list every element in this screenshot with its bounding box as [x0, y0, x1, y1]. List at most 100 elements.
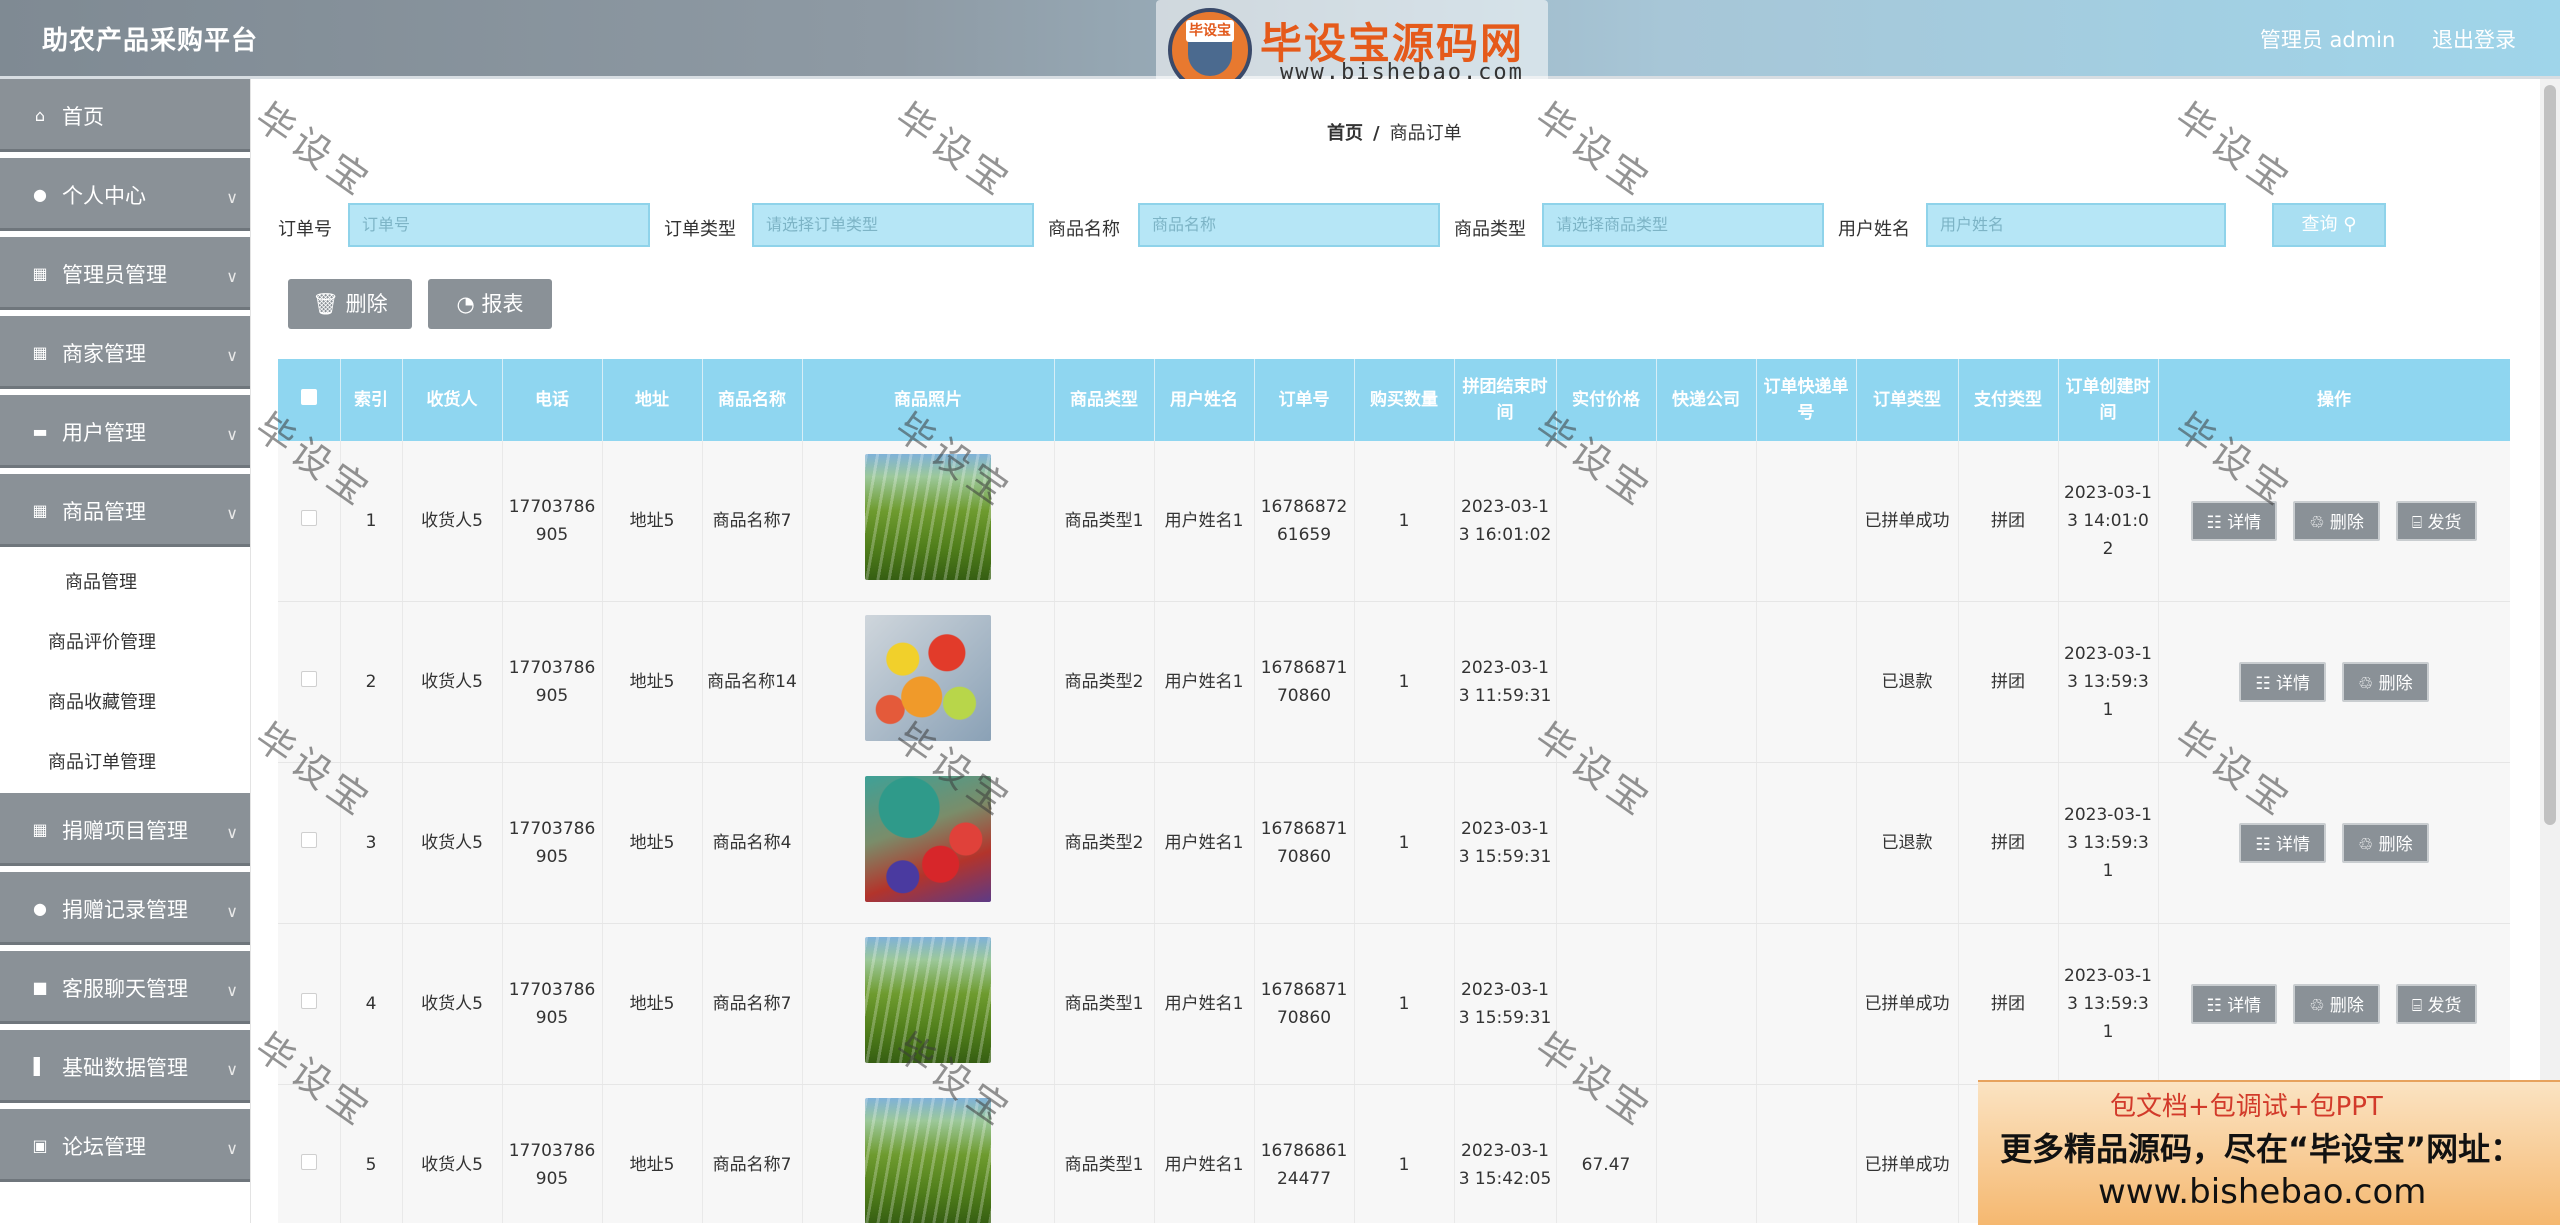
sidebar-item-6[interactable]: ▦ 商品管理 ∨: [0, 474, 250, 553]
breadcrumb-home[interactable]: 首页: [1327, 123, 1363, 144]
column-header: 快递公司: [1656, 359, 1757, 441]
delete-button[interactable]: 🗑 删除: [288, 279, 412, 329]
promo-banner: 包文档+包调试+包PPT 更多精品源码，尽在“毕设宝”网址： www.bishe…: [1978, 1080, 2560, 1225]
cell-ops: ☷ 详情 ♲ 删除 ⌸ 发货: [2158, 923, 2510, 1085]
column-header: 实付价格: [1556, 359, 1657, 441]
cell-pay-type: 拼团: [1958, 441, 2059, 602]
detail-button[interactable]: ☷ 详情: [2190, 501, 2278, 541]
user-icon: ●: [33, 899, 47, 918]
report-button[interactable]: ◔ 报表: [428, 279, 552, 329]
row-select-cell[interactable]: [278, 762, 341, 924]
chevron-down-icon: ∨: [226, 823, 238, 842]
row-delete-button[interactable]: ♲ 删除: [2342, 662, 2429, 702]
sidebar-item-1[interactable]: ▦ 捐赠项目管理 ∨: [0, 793, 250, 872]
column-header: 索引: [340, 359, 403, 441]
cell-phone: 17703786905: [502, 441, 603, 602]
cell-goods-name: 商品名称4: [702, 762, 803, 924]
sidebar-item-1[interactable]: ⌂ 首页: [0, 79, 250, 158]
submenu-item-4[interactable]: 商品订单管理: [0, 733, 250, 793]
sidebar-item-5[interactable]: ▬ 用户管理 ∨: [0, 395, 250, 474]
cell-phone: 17703786905: [502, 762, 603, 924]
select-all-checkbox[interactable]: [300, 389, 317, 405]
cell-order-no: 1678686124477: [1254, 1084, 1355, 1223]
cell-image: [802, 762, 1055, 924]
row-checkbox[interactable]: [300, 510, 317, 526]
scrollbar-thumb[interactable]: [2544, 85, 2556, 825]
sidebar-item-5[interactable]: ▣ 论坛管理 ∨: [0, 1109, 250, 1188]
ship-button[interactable]: ⌸ 发货: [2395, 501, 2478, 541]
app-title: 助农产品采购平台: [42, 26, 259, 56]
query-button[interactable]: 查询 ⚲: [2272, 203, 2386, 247]
submenu-item-2[interactable]: 商品评价管理: [0, 613, 250, 673]
promo-line-3: www.bishebao.com: [2098, 1172, 2427, 1212]
sidebar-item-3[interactable]: ■ 客服聊天管理 ∨: [0, 951, 250, 1030]
user-name-label: 用户姓名: [1838, 219, 1910, 240]
detail-button[interactable]: ☷ 详情: [2239, 662, 2326, 702]
column-header: 订单创建时间: [2058, 359, 2159, 441]
row-select-cell[interactable]: [278, 923, 341, 1085]
sidebar-item-label: 捐赠项目管理: [62, 818, 188, 843]
order-type-select[interactable]: 请选择订单类型: [752, 203, 1034, 247]
grid-icon: ▦: [32, 264, 48, 283]
page-scrollbar[interactable]: [2540, 79, 2560, 1223]
cell-order-type: 已拼单成功: [1856, 441, 1959, 602]
row-delete-button[interactable]: ♲ 删除: [2293, 501, 2380, 541]
submenu-item-1[interactable]: 商品管理: [0, 553, 250, 613]
product-photo: [865, 936, 991, 1063]
chevron-down-icon: ∨: [226, 1139, 238, 1158]
op-button-label: 删除: [2378, 835, 2413, 855]
ship-button[interactable]: ⌸ 发货: [2395, 984, 2478, 1024]
sidebar-item-4[interactable]: ▦ 商家管理 ∨: [0, 316, 250, 395]
chevron-down-icon: ∨: [226, 346, 238, 365]
row-select-cell[interactable]: [278, 441, 341, 602]
cell-group-end: 2023-03-13 11:59:31: [1454, 601, 1557, 763]
row-checkbox[interactable]: [300, 832, 317, 848]
product-photo: [865, 614, 991, 741]
order-no-input[interactable]: 订单号: [348, 203, 650, 247]
cell-express-no: [1756, 923, 1857, 1085]
row-select-cell[interactable]: [278, 601, 341, 763]
cell-goods-type: 商品类型1: [1054, 1084, 1155, 1223]
sidebar-item-label: 基础数据管理: [62, 1055, 188, 1080]
logout-link[interactable]: 退出登录: [2432, 28, 2516, 52]
cell-pay-type: 拼团: [1958, 762, 2059, 924]
ship-icon: ⌸: [2411, 996, 2428, 1016]
watermark-logo: 毕设宝 毕设宝源码网 www.bishebao.com: [1156, 0, 1548, 92]
detail-button[interactable]: ☷ 详情: [2190, 984, 2278, 1024]
column-header: 商品照片: [802, 359, 1055, 441]
main-content: 首页 / 商品订单 订单号 订单号 订单类型 请选择订单类型 商品名称 商品名称 商…: [252, 79, 2540, 1223]
sidebar-item-2[interactable]: ● 个人中心 ∨: [0, 158, 250, 237]
cell-express-no: [1756, 441, 1857, 602]
detail-button[interactable]: ☷ 详情: [2239, 823, 2326, 863]
home-icon: ⌂: [34, 106, 46, 125]
admin-user-label: 管理员 admin: [2259, 28, 2396, 52]
cell-phone: 17703786905: [502, 601, 603, 763]
sidebar-item-2[interactable]: ● 捐赠记录管理 ∨: [0, 872, 250, 951]
sidebar-item-label: 用户管理: [62, 420, 146, 445]
sidebar-item-3[interactable]: ▦ 管理员管理 ∨: [0, 237, 250, 316]
cell-goods-name: 商品名称7: [702, 923, 803, 1085]
sidebar-item-4[interactable]: ▌ 基础数据管理 ∨: [0, 1030, 250, 1109]
row-delete-button[interactable]: ♲ 删除: [2293, 984, 2380, 1024]
cell-express: [1656, 441, 1757, 602]
row-delete-button[interactable]: ♲ 删除: [2342, 823, 2429, 863]
detail-icon: ☷: [2206, 996, 2228, 1016]
top-header: 助农产品采购平台 毕设宝 毕设宝源码网 www.bishebao.com 管理员…: [0, 0, 2560, 92]
submenu-item-3[interactable]: 商品收藏管理: [0, 673, 250, 733]
goods-name-input[interactable]: 商品名称: [1138, 203, 1440, 247]
breadcrumb-separator: /: [1373, 123, 1380, 144]
row-checkbox[interactable]: [300, 1154, 317, 1170]
cell-goods-type: 商品类型2: [1054, 762, 1155, 924]
row-checkbox[interactable]: [300, 993, 317, 1009]
user-name-input[interactable]: 用户姓名: [1926, 203, 2226, 247]
row-checkbox[interactable]: [300, 671, 317, 687]
cell-express: [1656, 923, 1757, 1085]
grid-icon: ▦: [32, 820, 48, 839]
column-header: 商品类型: [1054, 359, 1155, 441]
trash-icon: 🗑: [312, 292, 339, 316]
cell-goods-type: 商品类型2: [1054, 601, 1155, 763]
row-select-cell[interactable]: [278, 1084, 341, 1223]
goods-type-select[interactable]: 请选择商品类型: [1542, 203, 1824, 247]
select-all-header[interactable]: [278, 359, 341, 441]
id-card-icon: ▬: [32, 422, 48, 441]
